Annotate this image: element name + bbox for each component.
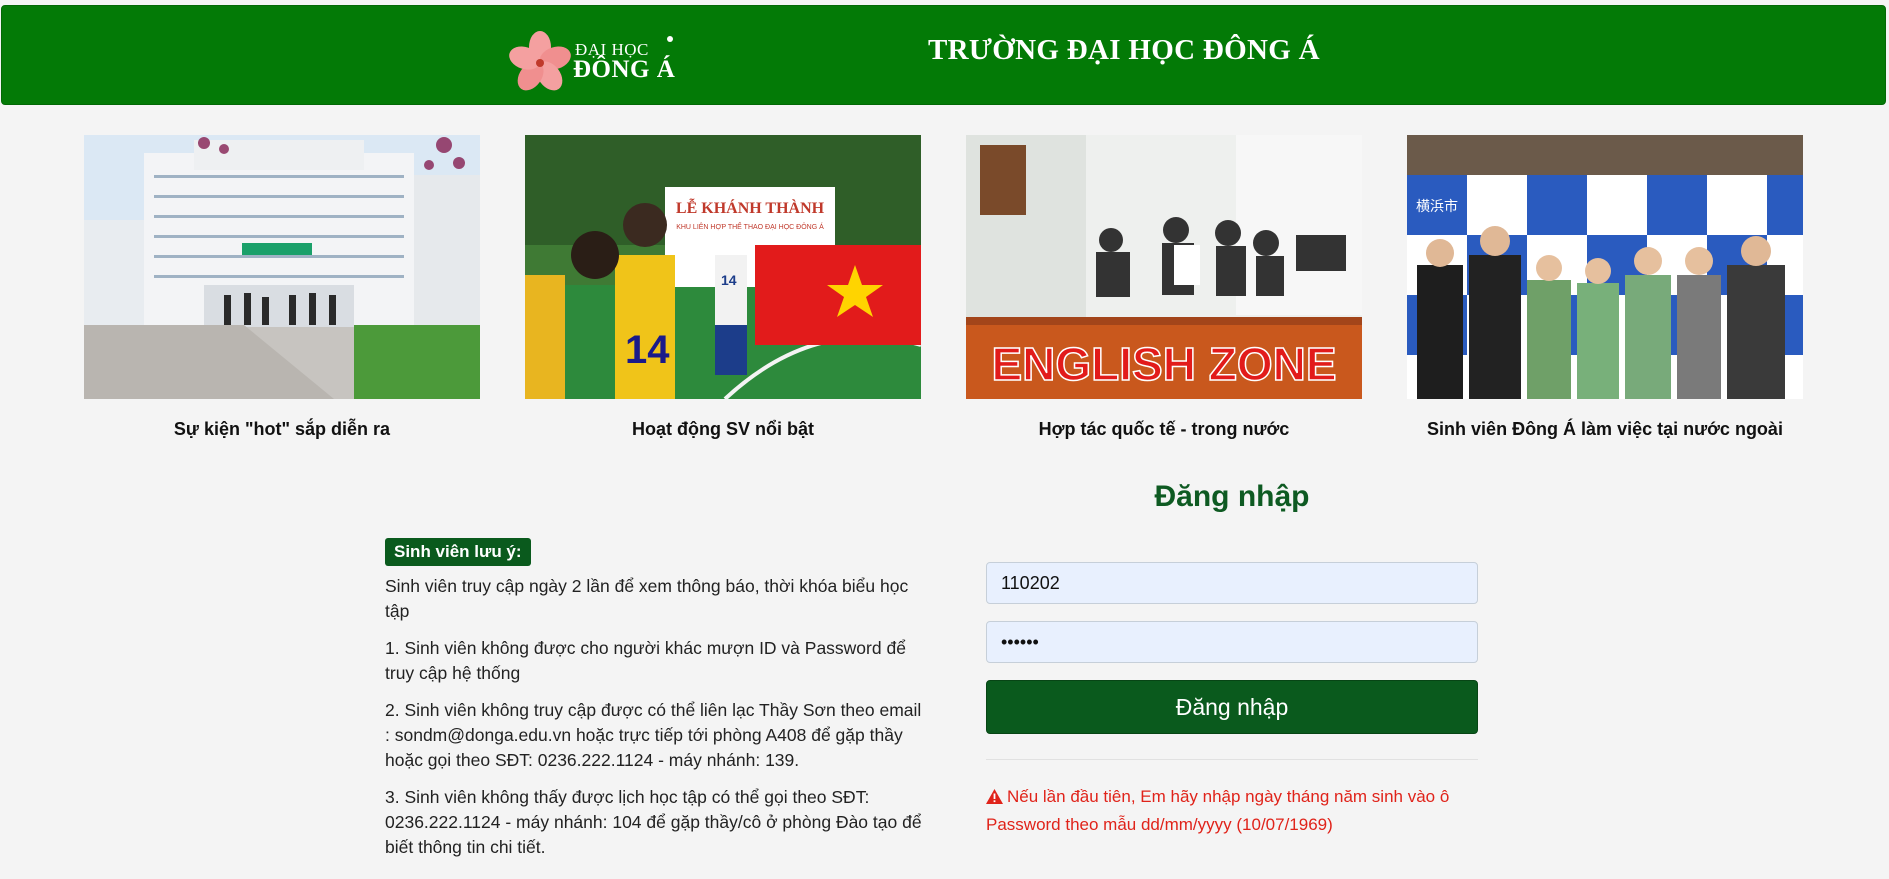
login-button[interactable]: Đăng nhập (986, 680, 1478, 734)
form-divider (986, 759, 1478, 760)
backdrop-text: 横浜市 (1416, 198, 1458, 214)
logo-main-text: ĐÔNG Á (573, 56, 676, 83)
jersey-back-number: 14 (721, 272, 737, 288)
page-title: TRƯỜNG ĐẠI HỌC ĐÔNG Á (928, 34, 1320, 66)
banner-title: LỄ KHÁNH THÀNH (676, 198, 825, 217)
cherry-blossom-icon (509, 31, 571, 91)
english-zone-sign: ENGLISH ZONE (991, 338, 1336, 390)
banner-subtitle: KHU LIÊN HỢP THỂ THAO ĐẠI HỌC ĐÔNG Á (676, 222, 824, 231)
card-student-activities[interactable]: LỄ KHÁNH THÀNH KHU LIÊN HỢP THỂ THAO ĐẠI… (525, 135, 921, 440)
card-caption[interactable]: Sự kiện "hot" sắp diễn ra (84, 419, 480, 440)
university-logo[interactable]: ĐẠI HỌC ĐÔNG Á (507, 30, 687, 100)
warning-icon (986, 786, 1003, 812)
notice-item: Sinh viên truy cập ngày 2 lần để xem thô… (385, 576, 909, 621)
login-title: Đăng nhập (1154, 480, 1310, 513)
notice-badge: Sinh viên lưu ý: (385, 538, 531, 566)
card-hot-events[interactable]: Sự kiện "hot" sắp diễn ra (84, 135, 480, 440)
card-students-abroad[interactable]: 横浜市 Sinh viên Đông Á làm việc tại nước n… (1407, 135, 1803, 440)
notice-item: 1. Sinh viên không được cho người khác m… (385, 638, 906, 683)
first-login-warning: Nếu lần đầu tiên, Em hãy nhập ngày tháng… (986, 784, 1478, 838)
notice-item: 2. Sinh viên không truy cập được có thể … (385, 700, 922, 770)
card-caption[interactable]: Sinh viên Đông Á làm việc tại nước ngoài (1407, 419, 1803, 440)
card-caption[interactable]: Hoạt động SV nổi bật (525, 419, 921, 440)
site-header: ĐẠI HỌC ĐÔNG Á TRƯỜNG ĐẠI HỌC ĐÔNG Á (1, 5, 1886, 105)
students-abroad-image[interactable]: 横浜市 (1407, 135, 1803, 399)
username-input[interactable] (986, 562, 1478, 604)
jersey-number: 14 (625, 328, 670, 372)
english-zone-image[interactable]: ENGLISH ZONE (966, 135, 1362, 399)
notice-item: 3. Sinh viên không thấy được lịch học tậ… (385, 787, 922, 857)
registered-mark (667, 36, 673, 42)
warning-text: Nếu lần đầu tiên, Em hãy nhập ngày tháng… (986, 787, 1450, 834)
student-notice: Sinh viên lưu ý: Sinh viên truy cập ngày… (385, 538, 925, 860)
password-input[interactable] (986, 621, 1478, 663)
campus-building-image[interactable] (84, 135, 480, 399)
sports-event-image[interactable]: LỄ KHÁNH THÀNH KHU LIÊN HỢP THỂ THAO ĐẠI… (525, 135, 921, 399)
card-international-cooperation[interactable]: ENGLISH ZONE Hợp tác quốc tế - trong nướ… (966, 135, 1362, 440)
card-caption[interactable]: Hợp tác quốc tế - trong nước (966, 419, 1362, 440)
